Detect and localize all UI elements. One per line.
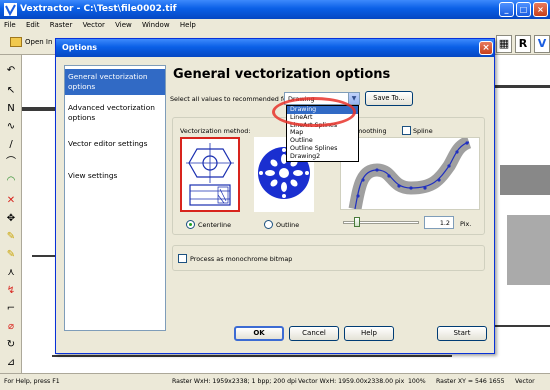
centerline-label: Centerline <box>198 221 232 229</box>
menu-file[interactable]: File <box>0 19 20 29</box>
break-icon[interactable]: ⌀ <box>3 319 19 335</box>
arc-icon[interactable]: ⌒ <box>3 155 19 171</box>
status-help: For Help, press F1 <box>4 378 60 385</box>
line-icon[interactable]: / <box>3 137 19 153</box>
dialog-title: Options <box>62 43 98 52</box>
app-logo-icon <box>4 3 17 16</box>
raster-tool-button[interactable]: R <box>515 35 531 53</box>
menu-raster[interactable]: Raster <box>46 19 77 29</box>
menu-view[interactable]: View <box>111 19 136 29</box>
scan-stroke <box>494 85 550 88</box>
curve-preview-icon <box>348 135 472 211</box>
page-title: General vectorization options <box>173 67 391 82</box>
spline-label: Spline <box>413 127 433 135</box>
scan-block <box>500 165 550 195</box>
scan-stroke <box>52 355 452 357</box>
statusbar: For Help, press F1 Raster WxH: 1959x2338… <box>0 373 550 390</box>
move-icon[interactable]: ✥ <box>3 211 19 227</box>
options-dialog: Options × General vectorization options … <box>55 38 495 354</box>
smoothing-slider-handle[interactable] <box>354 217 360 227</box>
maximize-button[interactable]: □ <box>516 2 531 17</box>
folder-icon <box>10 37 22 47</box>
help-button[interactable]: Help <box>344 326 394 341</box>
left-tool-column: ↶ ↖ N ∿ / ⌒ ◠ ✕ ✥ ✎ ✎ ⋏ ↯ ⌐ ⌀ ↻ ⊿ <box>0 55 22 373</box>
measure-icon[interactable]: ⊿ <box>3 355 19 371</box>
node-icon[interactable]: ⋏ <box>3 265 19 281</box>
minimize-button[interactable]: _ <box>499 2 514 17</box>
centerline-drawing-icon <box>186 143 234 206</box>
status-zoom: 100% <box>408 378 426 385</box>
open-label: Open In <box>25 38 53 46</box>
highlight-annotation <box>272 97 356 127</box>
dropdown-option[interactable]: Drawing2 <box>287 153 358 161</box>
undo-icon[interactable]: ↶ <box>3 63 19 79</box>
ok-button[interactable]: OK <box>234 326 284 341</box>
nav-advanced[interactable]: Advanced vectorization options <box>65 100 165 126</box>
close-icon[interactable]: × <box>533 2 548 17</box>
dialog-close-icon[interactable]: × <box>479 41 493 55</box>
edit-pencil-icon[interactable]: ✎ <box>3 247 19 263</box>
status-raster-info: Raster WxH: 1959x2338; 1 bpp; 200 dpi <box>172 378 297 385</box>
nav-general[interactable]: General vectorization options <box>65 69 165 95</box>
cancel-button[interactable]: Cancel <box>289 326 339 341</box>
menubar: File Edit Raster Vector View Window Help <box>0 19 550 33</box>
start-button[interactable]: Start <box>437 326 487 341</box>
smoothing-value-input[interactable]: 1.2 <box>424 216 454 229</box>
options-nav: General vectorization options Advanced v… <box>64 65 166 331</box>
open-button[interactable]: Open In <box>10 37 52 47</box>
dropdown-option[interactable]: Outline Splines <box>287 145 358 153</box>
dialog-titlebar: Options × <box>56 39 494 57</box>
status-vector: Vector <box>515 378 535 385</box>
erase-icon[interactable]: ↯ <box>3 283 19 299</box>
outline-label: Outline <box>276 221 300 229</box>
pointer-icon[interactable]: ↖ <box>3 83 19 99</box>
scan-block <box>507 215 550 285</box>
join-icon[interactable]: ⌐ <box>3 301 19 317</box>
chevron-down-icon[interactable]: ▼ <box>348 93 359 104</box>
app-titlebar: Vextractor - C:\Test\file0002.tif _ □ × <box>0 0 550 19</box>
curve-icon[interactable]: ∿ <box>3 119 19 135</box>
menu-vector[interactable]: Vector <box>79 19 109 29</box>
spline-checkbox[interactable] <box>402 126 411 135</box>
nav-view[interactable]: View settings <box>65 168 165 184</box>
status-raster-xy: Raster XY = 546 1655 <box>436 378 505 385</box>
method-label: Vectorization method: <box>180 127 251 135</box>
menu-window[interactable]: Window <box>138 19 174 29</box>
polyline-icon[interactable]: N <box>3 101 19 117</box>
status-vector-info: Vector WxH: 1959.00x2338.00 pix <box>298 378 405 385</box>
smoothing-preview <box>340 135 480 211</box>
spectrum-icon[interactable]: ◠ <box>3 173 19 189</box>
toolbar-hatch-icon[interactable]: ▦ <box>496 35 512 53</box>
delete-icon[interactable]: ✕ <box>3 193 19 209</box>
dropdown-option[interactable]: Map <box>287 129 358 137</box>
pencil-icon[interactable]: ✎ <box>3 229 19 245</box>
app-title: Vextractor - C:\Test\file0002.tif <box>20 4 177 14</box>
centerline-preview[interactable] <box>180 137 240 212</box>
menu-help[interactable]: Help <box>176 19 200 29</box>
monochrome-label: Process as monochrome bitmap <box>190 255 293 263</box>
save-to-button[interactable]: Save To... <box>365 91 413 106</box>
centerline-radio[interactable] <box>186 220 195 229</box>
vector-tool-button[interactable]: V <box>534 35 550 53</box>
outline-radio[interactable] <box>264 220 273 229</box>
rotate-icon[interactable]: ↻ <box>3 337 19 353</box>
pixels-unit-label: Pix. <box>460 220 472 228</box>
recommend-label: Select all values to recommended for: <box>170 95 292 103</box>
menu-edit[interactable]: Edit <box>22 19 44 29</box>
nav-vector-editor[interactable]: Vector editor settings <box>65 136 165 152</box>
dropdown-option[interactable]: Outline <box>287 137 358 145</box>
monochrome-checkbox[interactable] <box>178 254 187 263</box>
